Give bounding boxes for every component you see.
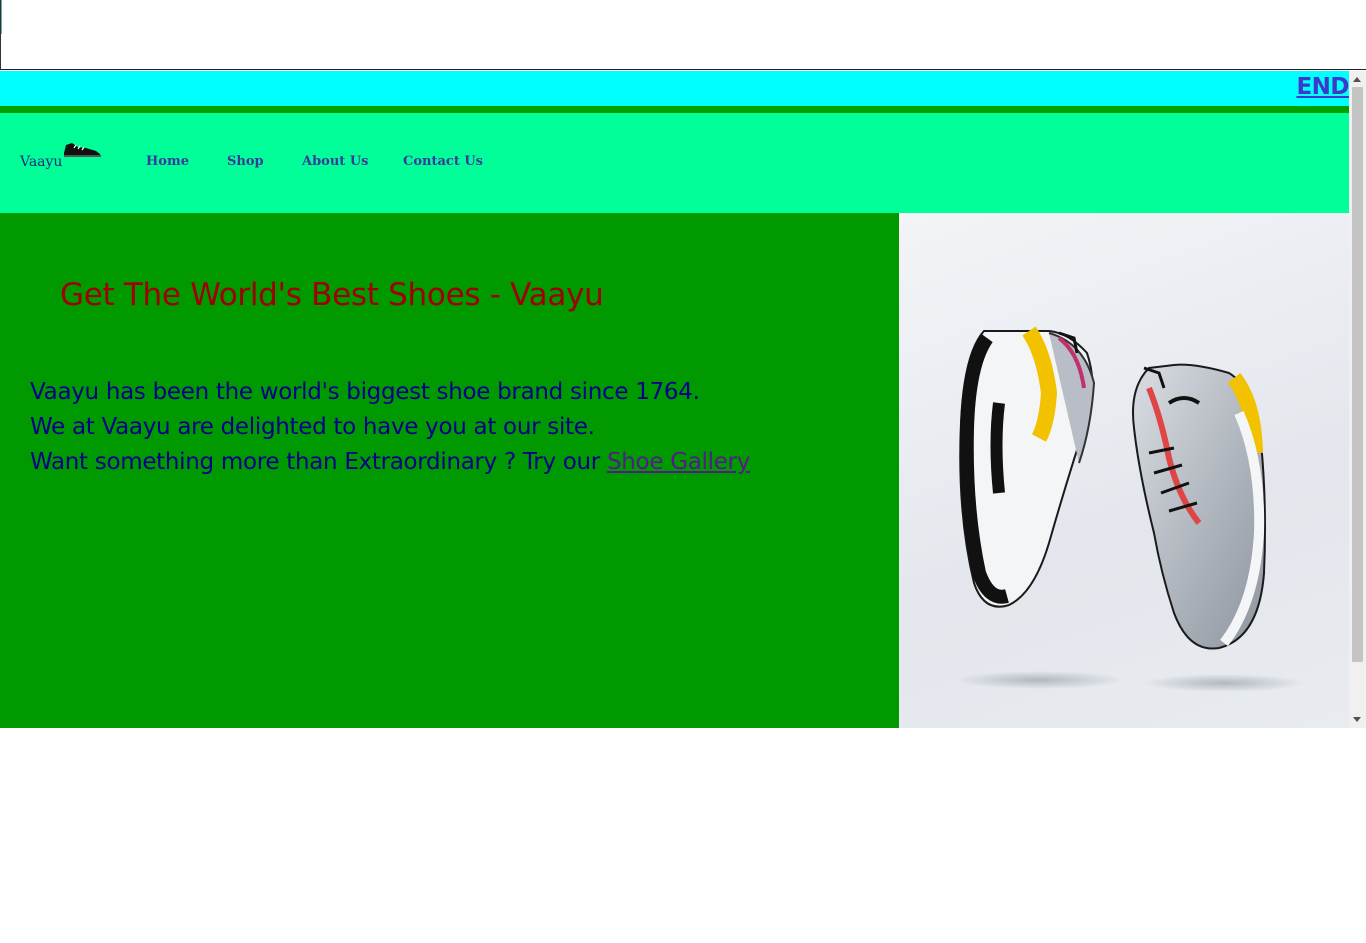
nav-about-us[interactable]: About Us	[302, 154, 369, 169]
navbar: Vaayu Home Shop About Us Contact Us	[0, 113, 1349, 213]
nav-home[interactable]: Home	[146, 154, 189, 169]
frame-border	[0, 0, 1, 70]
marquee-text[interactable]: END	[1296, 74, 1349, 100]
scroll-thumb[interactable]	[1352, 87, 1363, 662]
hero-line-3: Want something more than Extraordinary ?…	[30, 445, 750, 480]
right-shoe-icon	[1132, 363, 1266, 650]
header-divider	[0, 106, 1349, 113]
sneakers-photo	[954, 326, 1304, 692]
shoe-gallery-link[interactable]: Shoe Gallery	[607, 449, 750, 475]
left-shoe-icon	[959, 326, 1096, 608]
hero-line-2: We at Vaayu are delighted to have you at…	[30, 414, 595, 440]
hero-description: Vaayu has been the world's biggest shoe …	[30, 375, 750, 480]
hero-shoe-image	[899, 213, 1349, 728]
brand-name[interactable]: Vaayu	[20, 154, 62, 170]
marquee-banner: END	[0, 71, 1349, 106]
hero-title: Get The World's Best Shoes - Vaayu	[60, 277, 604, 313]
nav-contact-us[interactable]: Contact Us	[403, 154, 483, 169]
scroll-up-icon[interactable]	[1353, 77, 1361, 82]
hero-line-3-text: Want something more than Extraordinary ?…	[30, 449, 607, 475]
hero-text-panel: Get The World's Best Shoes - Vaayu Vaayu…	[0, 213, 899, 728]
nav-shop[interactable]: Shop	[227, 154, 264, 169]
page-scrollbar[interactable]	[1349, 71, 1366, 728]
shoe-logo-icon	[64, 143, 101, 157]
scroll-down-icon[interactable]	[1353, 717, 1361, 722]
embedded-frame-top	[0, 0, 1366, 70]
page-viewport: END Vaayu Home Shop About Us Contact Us …	[0, 71, 1366, 728]
hero-line-1: Vaayu has been the world's biggest shoe …	[30, 379, 700, 405]
